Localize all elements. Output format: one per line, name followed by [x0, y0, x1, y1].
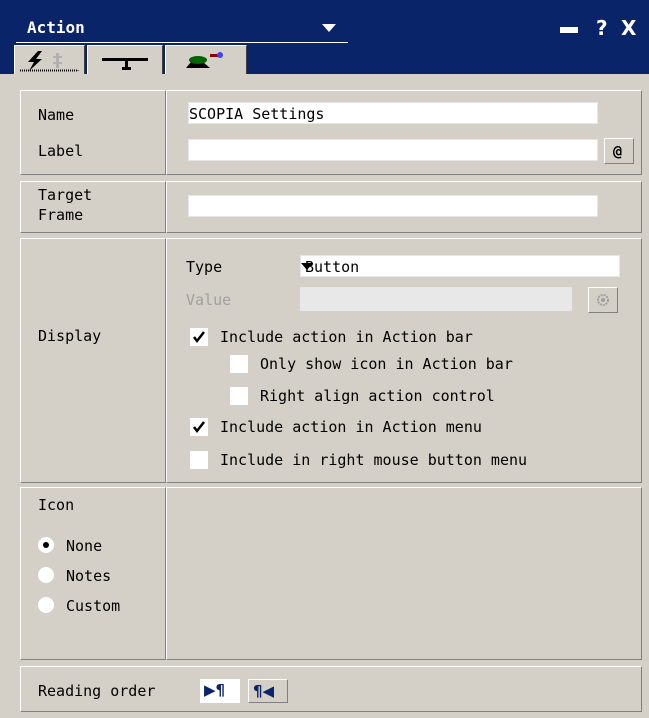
- right-align-label: Right align action control: [260, 387, 495, 405]
- include-action-bar-checkbox[interactable]: [190, 328, 208, 346]
- tab-basics[interactable]: [14, 45, 85, 74]
- label-label: Label: [38, 142, 84, 160]
- name-field-value: SCOPIA Settings: [189, 105, 325, 123]
- propeller-hat-icon: [186, 52, 223, 68]
- at-icon: @: [613, 142, 623, 160]
- icon-none-label: None: [66, 537, 103, 555]
- display-label-panel: [20, 238, 166, 483]
- include-right-mouse-checkbox[interactable]: [190, 451, 208, 469]
- target-frame-label-line1: Target: [38, 186, 93, 204]
- label-field[interactable]: [188, 139, 598, 161]
- rtl-icon: ¶◀: [253, 682, 275, 700]
- minimize-icon[interactable]: [560, 27, 578, 33]
- chevron-down-icon: [301, 263, 313, 270]
- only-show-icon-label: Only show icon in Action bar: [260, 355, 513, 373]
- title-dropdown-arrow-icon[interactable]: [322, 24, 336, 32]
- hammer-icon: [102, 58, 148, 70]
- help-icon[interactable]: ?: [596, 16, 608, 40]
- title-underline: [16, 42, 348, 43]
- gear-icon: [597, 294, 609, 306]
- reading-order-label: Reading order: [38, 682, 156, 700]
- reading-order-ltr-button[interactable]: ▶¶: [200, 679, 240, 703]
- lightning-icon: [20, 51, 79, 72]
- formula-at-button[interactable]: @: [604, 138, 634, 164]
- reading-order-rtl-button[interactable]: ¶◀: [248, 679, 288, 703]
- type-select-value: Button: [305, 258, 360, 276]
- tab-advanced[interactable]: [165, 45, 247, 74]
- icon-custom-label: Custom: [66, 597, 121, 615]
- value-field-disabled: [300, 287, 572, 311]
- type-label: Type: [186, 258, 223, 276]
- right-align-checkbox[interactable]: [230, 387, 248, 405]
- target-frame-field[interactable]: [188, 195, 598, 217]
- name-field[interactable]: SCOPIA Settings: [188, 102, 598, 124]
- name-label-panel: [20, 90, 166, 175]
- display-section-label: Display: [38, 327, 102, 345]
- icon-section-label: Icon: [38, 496, 75, 514]
- include-action-menu-checkbox[interactable]: [190, 418, 208, 436]
- include-action-menu-label: Include action in Action menu: [220, 418, 482, 436]
- icon-custom-radio[interactable]: [38, 597, 54, 613]
- ltr-icon: ▶¶: [204, 681, 226, 699]
- close-icon[interactable]: X: [621, 16, 636, 40]
- target-frame-label-line2: Frame: [38, 206, 84, 224]
- tab-options[interactable]: [87, 45, 163, 74]
- name-label: Name: [38, 106, 75, 124]
- type-select[interactable]: Button: [300, 255, 620, 277]
- checkmark-icon: [193, 421, 205, 434]
- include-right-mouse-label: Include in right mouse button menu: [220, 451, 528, 469]
- icon-notes-radio[interactable]: [38, 567, 54, 583]
- formula-button-disabled: [588, 287, 618, 313]
- icon-none-radio[interactable]: [38, 537, 54, 553]
- include-action-bar-label: Include action in Action bar: [220, 328, 473, 346]
- only-show-icon-checkbox[interactable]: [230, 355, 248, 373]
- icon-notes-label: Notes: [66, 567, 112, 585]
- icon-preview-panel: [166, 487, 642, 660]
- checkmark-icon: [193, 331, 205, 344]
- title-bar: Action ? X: [0, 0, 649, 74]
- value-label: Value: [186, 291, 232, 309]
- window-title: Action: [27, 18, 85, 37]
